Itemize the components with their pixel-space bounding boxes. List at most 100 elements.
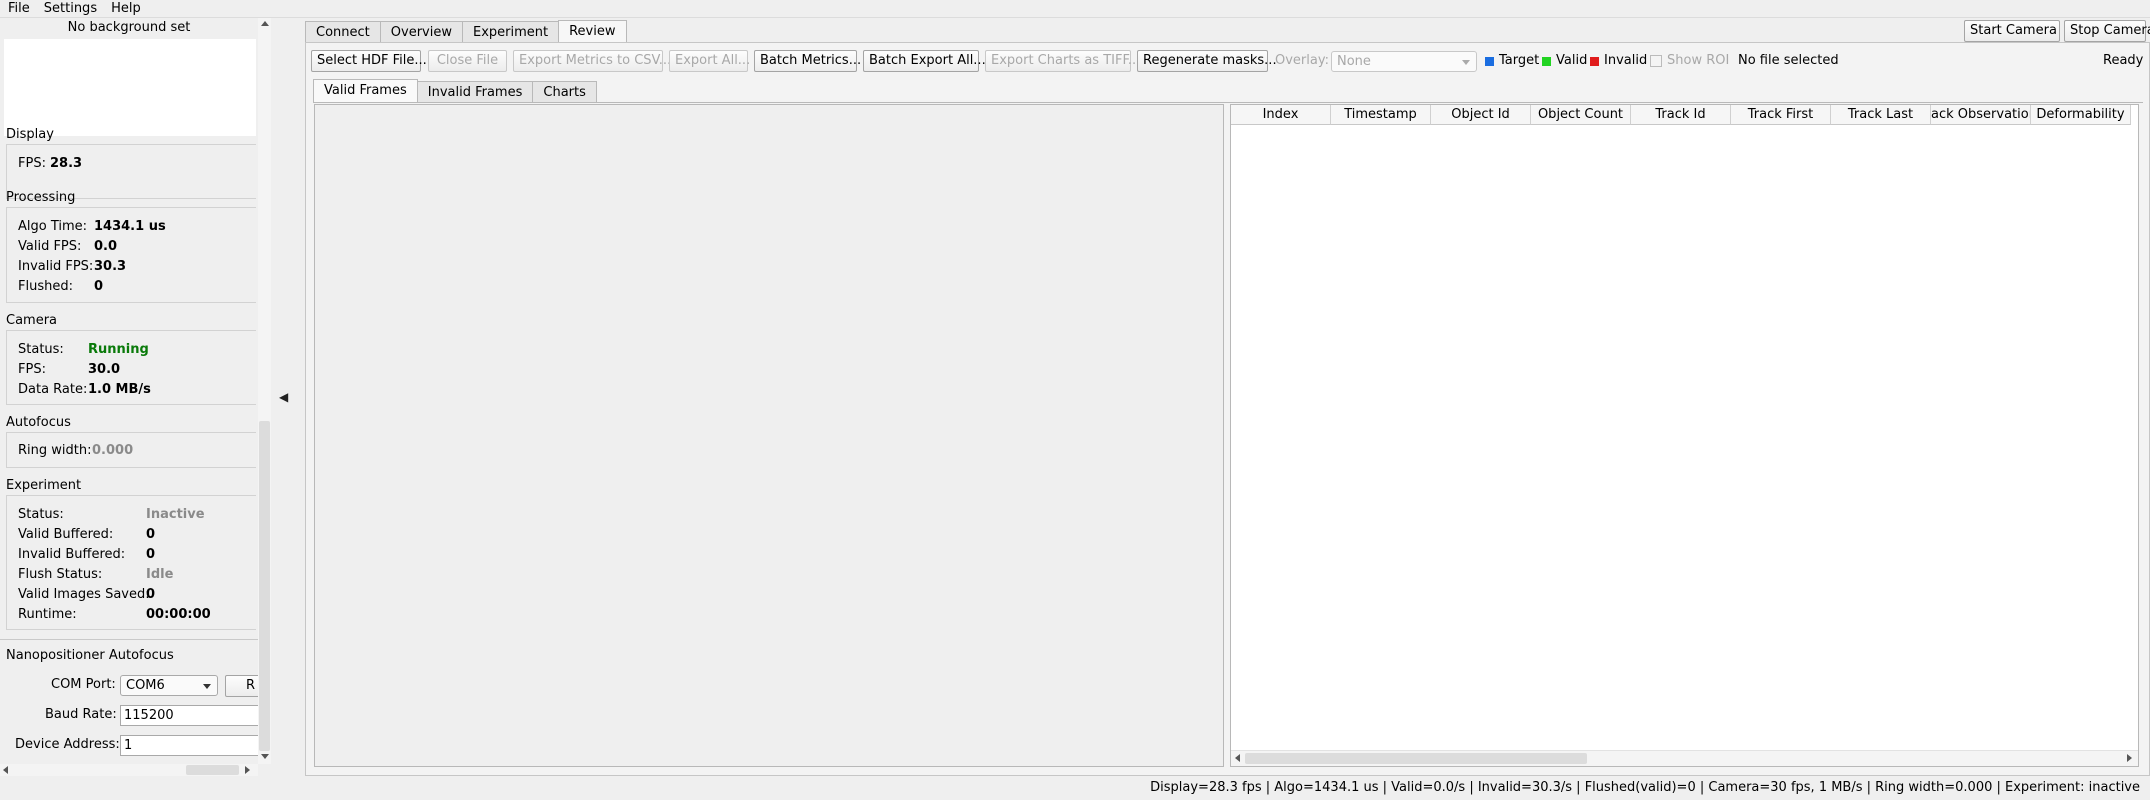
export-all-button[interactable]: Export All...	[669, 50, 750, 72]
scroll-down-icon[interactable]	[261, 754, 269, 759]
file-status-text: No file selected	[1738, 53, 1839, 68]
invalid-fps-label: Invalid FPS:	[18, 259, 94, 274]
valid-fps-label: Valid FPS:	[18, 239, 82, 254]
algo-time-value: 1434.1 us	[94, 219, 166, 234]
subtab-invalid-frames[interactable]: Invalid Frames	[416, 81, 534, 103]
subtab-charts[interactable]: Charts	[532, 81, 597, 103]
data-rate-value: 1.0 MB/s	[88, 382, 151, 397]
com-port-label: COM Port:	[51, 677, 116, 692]
device-address-input[interactable]: 1	[120, 735, 258, 756]
col-track-id[interactable]: Track Id	[1631, 105, 1731, 125]
invalid-buffered-value: 0	[146, 547, 156, 562]
left-hscroll-track	[13, 765, 186, 775]
nano-section-title: Nanopositioner Autofocus	[6, 648, 174, 663]
camera-status-value: Running	[88, 342, 149, 357]
camera-status-label: Status:	[18, 342, 64, 357]
baud-rate-label: Baud Rate:	[45, 707, 117, 722]
com-port-select[interactable]: COM6	[120, 675, 218, 696]
refresh-ports-button[interactable]: R	[225, 675, 258, 697]
scroll-left-icon[interactable]	[1235, 754, 1240, 762]
invalid-swatch-icon	[1590, 57, 1599, 66]
menu-bar: File Settings Help	[0, 0, 2150, 17]
show-roi-label: Show ROI	[1667, 53, 1730, 68]
col-index[interactable]: Index	[1231, 105, 1331, 125]
close-file-button[interactable]: Close File	[428, 50, 507, 72]
flush-status-label: Flush Status:	[18, 567, 103, 582]
baud-rate-input[interactable]: 115200	[120, 705, 258, 726]
left-hscroll-thumb[interactable]	[186, 765, 239, 775]
menu-help[interactable]: Help	[104, 0, 148, 17]
select-hdf-button[interactable]: Select HDF File...	[311, 50, 427, 72]
left-vscroll-thumb[interactable]	[259, 421, 270, 751]
tab-connect[interactable]: Connect	[305, 21, 381, 43]
legend-target-label: Target	[1499, 53, 1540, 68]
tab-overview[interactable]: Overview	[379, 21, 463, 43]
stop-camera-button[interactable]: Stop Camera	[2064, 20, 2150, 42]
col-track-first[interactable]: Track First	[1731, 105, 1831, 125]
col-timestamp[interactable]: Timestamp	[1331, 105, 1431, 125]
main-tabbar: Connect Overview Experiment Review	[305, 20, 627, 43]
col-track-last[interactable]: Track Last	[1831, 105, 1931, 125]
experiment-section-title: Experiment	[6, 478, 82, 493]
invalid-fps-value: 30.3	[94, 259, 127, 274]
col-track-observations[interactable]: ack Observation	[1931, 105, 2031, 125]
left-panel-vscrollbar[interactable]	[258, 18, 271, 764]
valid-swatch-icon	[1542, 57, 1551, 66]
scroll-left-icon[interactable]	[3, 766, 8, 774]
show-roi-checkbox[interactable]	[1650, 55, 1662, 67]
ready-status-text: Ready	[2103, 53, 2144, 68]
start-camera-button[interactable]: Start Camera	[1964, 20, 2060, 42]
col-object-id[interactable]: Object Id	[1431, 105, 1531, 125]
menu-settings[interactable]: Settings	[37, 0, 104, 17]
status-bar: Display=28.3 fps | Algo=1434.1 us | Vali…	[0, 776, 2150, 800]
subtab-valid-frames[interactable]: Valid Frames	[313, 79, 418, 103]
col-deformability[interactable]: Deformability	[2031, 105, 2131, 125]
scroll-right-icon[interactable]	[245, 766, 250, 774]
regenerate-masks-button[interactable]: Regenerate masks...	[1137, 50, 1277, 72]
chevron-down-icon	[1462, 60, 1470, 65]
chevron-down-icon	[203, 684, 211, 689]
experiment-group: Status: Inactive Valid Buffered: 0 Inval…	[6, 495, 256, 630]
display-section-title: Display	[6, 127, 54, 142]
table-hscrollbar[interactable]	[1231, 750, 2138, 766]
subtab-baseline	[313, 102, 2143, 103]
legend-valid-label: Valid	[1556, 53, 1588, 68]
col-object-count[interactable]: Object Count	[1531, 105, 1631, 125]
overlay-label: Overlay:	[1275, 53, 1329, 68]
left-panel-hscrollbar[interactable]	[0, 764, 258, 776]
metrics-table[interactable]: Index Timestamp Object Id Object Count T…	[1230, 104, 2139, 767]
runtime-label: Runtime:	[18, 607, 77, 622]
exp-status-value: Inactive	[146, 507, 205, 522]
flushed-label: Flushed:	[18, 279, 73, 294]
background-label: No background set	[0, 18, 258, 38]
status-bar-text: Display=28.3 fps | Algo=1434.1 us | Vali…	[1150, 780, 2140, 795]
tab-experiment[interactable]: Experiment	[461, 21, 560, 43]
valid-buffered-label: Valid Buffered:	[18, 527, 114, 542]
camera-fps-value: 30.0	[88, 362, 121, 377]
batch-export-button[interactable]: Batch Export All...	[863, 50, 986, 72]
background-preview	[4, 39, 256, 136]
table-hscroll-thumb[interactable]	[1245, 753, 1587, 764]
invalid-buffered-label: Invalid Buffered:	[18, 547, 126, 562]
export-tiff-button[interactable]: Export Charts as TIFF...	[985, 50, 1140, 72]
overlay-value: None	[1337, 54, 1371, 69]
nano-divider	[0, 639, 258, 640]
target-swatch-icon	[1485, 57, 1494, 66]
export-csv-button[interactable]: Export Metrics to CSV...	[513, 50, 671, 72]
menu-separator	[0, 17, 2150, 18]
ring-width-value: 0.000	[92, 443, 134, 458]
scroll-up-icon[interactable]	[261, 21, 269, 26]
scroll-right-icon[interactable]	[2127, 754, 2132, 762]
display-fps-value: 28.3	[50, 156, 83, 171]
com-port-value: COM6	[126, 678, 165, 693]
left-status-panel: No background set Display FPS: 28.3 Proc…	[0, 18, 258, 776]
overlay-select[interactable]: None	[1331, 51, 1477, 72]
tab-review[interactable]: Review	[558, 20, 627, 43]
frame-viewer[interactable]	[314, 104, 1224, 767]
valid-buffered-value: 0	[146, 527, 156, 542]
batch-metrics-button[interactable]: Batch Metrics...	[754, 50, 861, 72]
menu-file[interactable]: File	[0, 0, 37, 17]
images-saved-label: Valid Images Saved:	[18, 587, 150, 602]
review-subtabbar: Valid Frames Invalid Frames Charts	[313, 79, 597, 103]
collapse-panel-icon[interactable]: ◀	[279, 390, 288, 404]
